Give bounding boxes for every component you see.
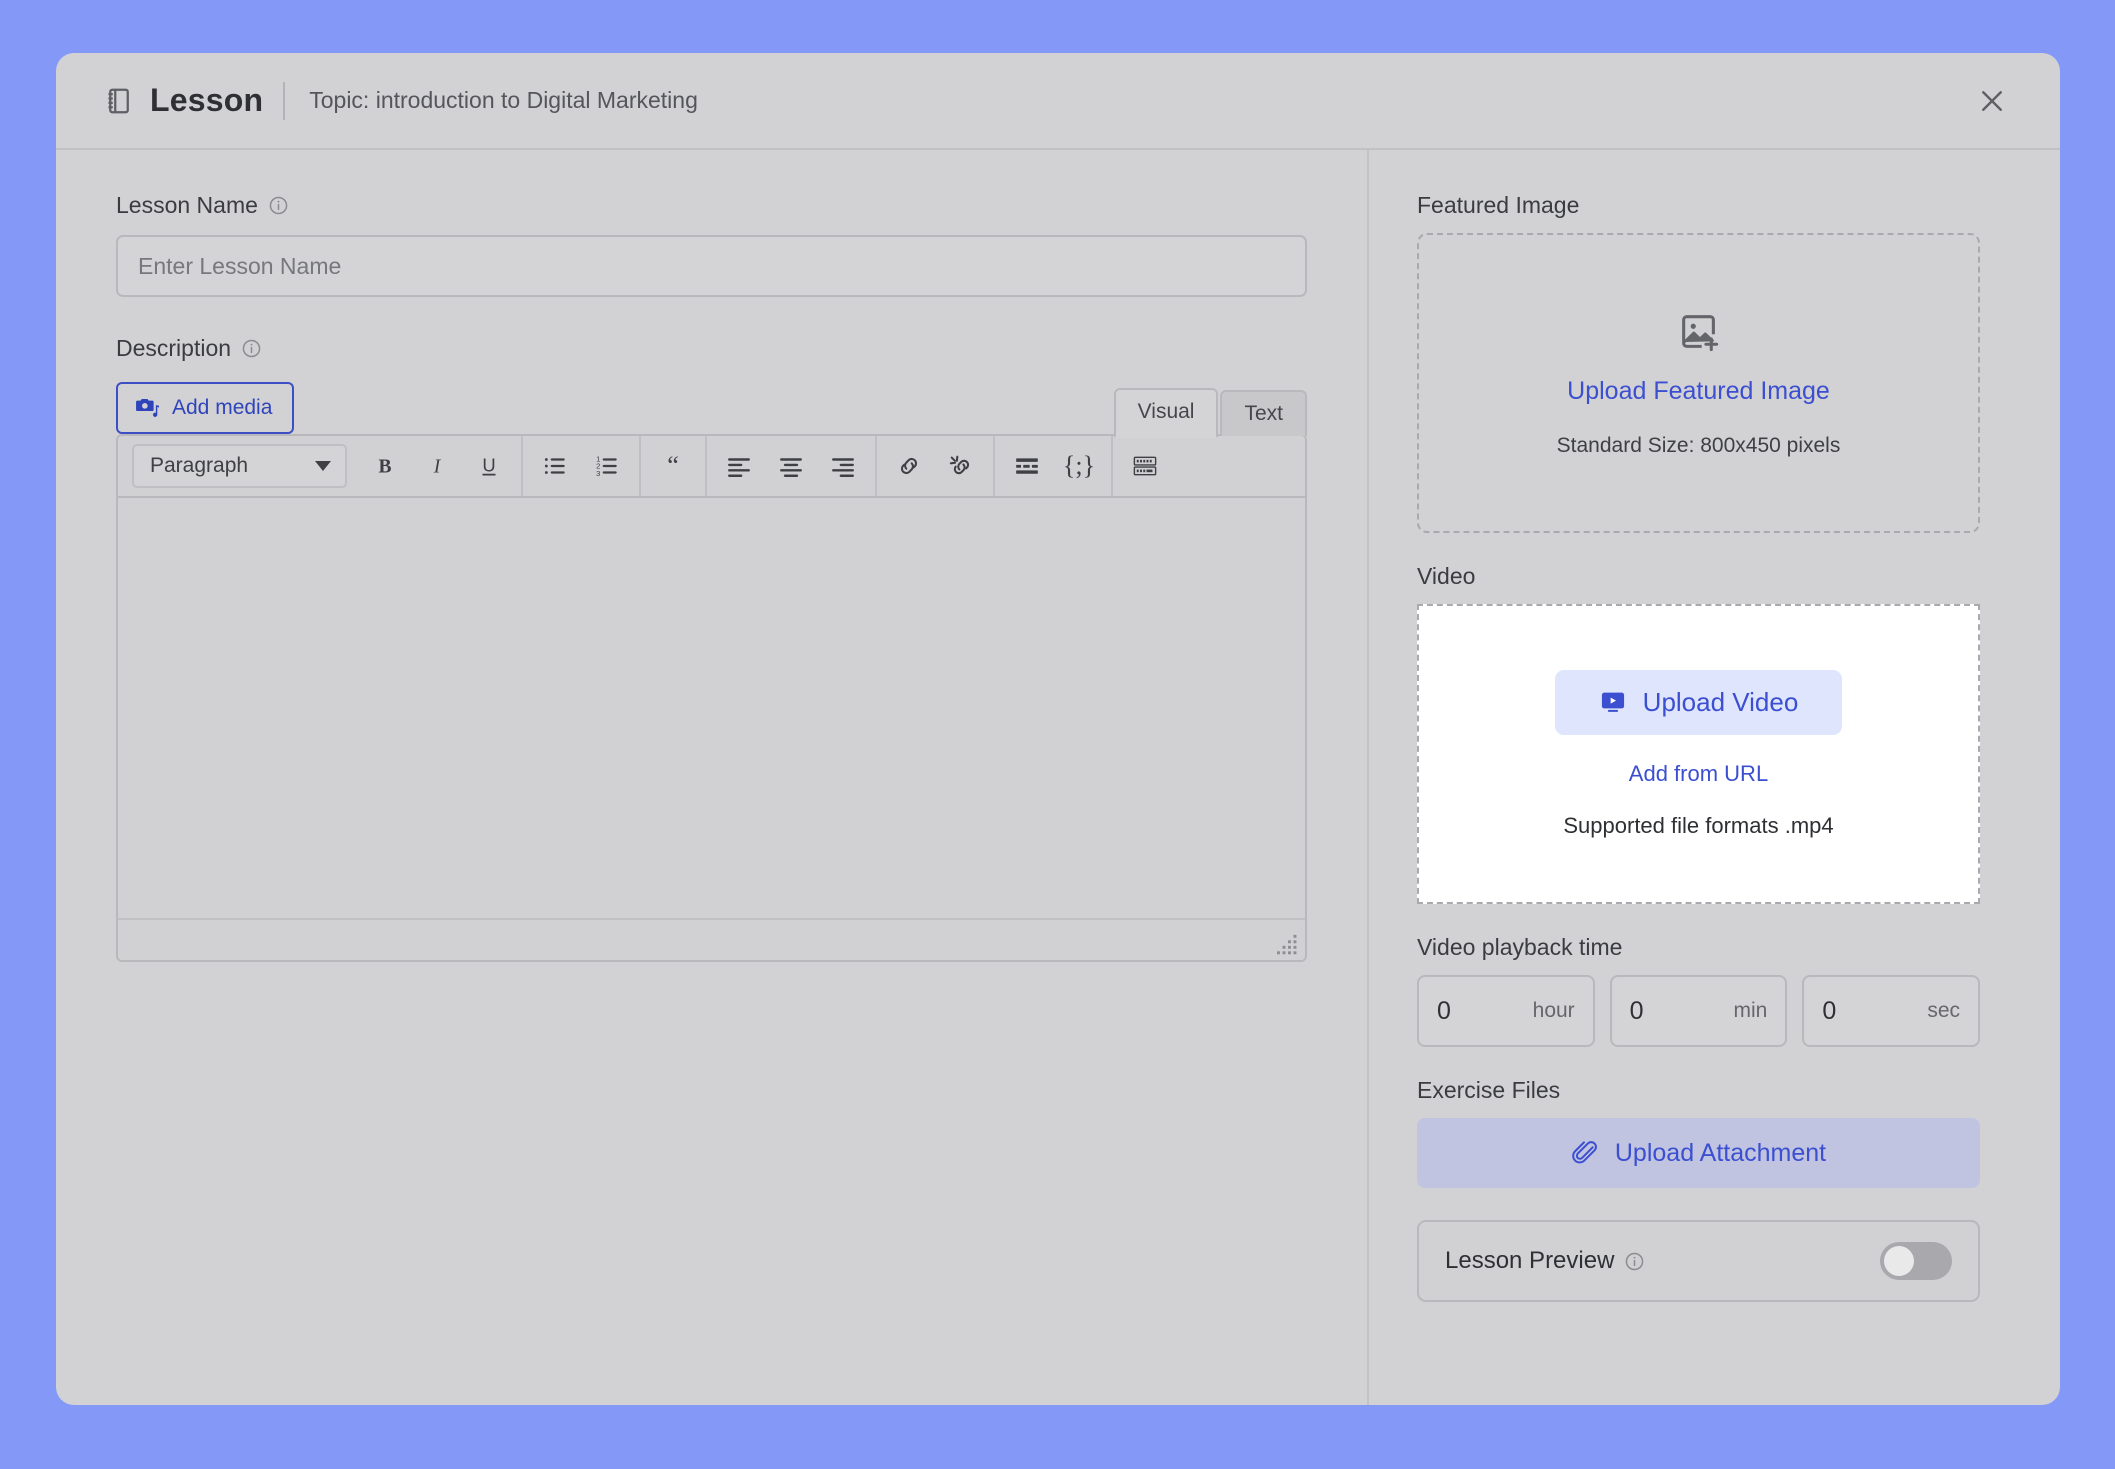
add-media-button[interactable]: Add media [116,382,294,434]
video-playback-section: Video playback time 0 hour 0 min 0 sec [1417,934,1980,1047]
svg-text:I: I [433,457,442,478]
resize-handle[interactable] [1277,933,1299,955]
tab-visual[interactable]: Visual [1114,388,1219,438]
tab-text[interactable]: Text [1220,390,1307,436]
blockquote-button[interactable]: “ [647,440,699,492]
playback-sec-field[interactable]: 0 sec [1802,975,1980,1047]
numbered-list-button[interactable]: 1 2 3 [581,440,633,492]
close-button[interactable] [1972,81,2012,121]
editor-toolbar: Paragraph B I U [118,436,1305,498]
upload-attachment-button[interactable]: Upload Attachment [1417,1118,1980,1188]
description-editor-canvas[interactable] [118,498,1305,920]
add-media-icon [134,395,160,421]
toolbar-toggle-button[interactable] [1119,440,1171,492]
video-playback-label: Video playback time [1417,934,1980,961]
notebook-icon [104,86,134,116]
page-title: Lesson [150,82,263,119]
lesson-preview-toggle[interactable] [1880,1242,1952,1280]
add-video-from-url-link[interactable]: Add from URL [1629,761,1768,787]
info-icon[interactable] [1624,1251,1645,1272]
playback-sec-value: 0 [1822,997,1927,1026]
editor-top-row: Add media Visual Text [116,378,1307,434]
info-icon[interactable] [241,338,262,359]
italic-button[interactable]: I [411,440,463,492]
paragraph-format-select[interactable]: Paragraph [132,444,347,488]
exercise-files-label: Exercise Files [1417,1077,1980,1104]
playback-hour-field[interactable]: 0 hour [1417,975,1595,1047]
description-label-text: Description [116,335,231,362]
svg-text:3: 3 [596,469,600,478]
upload-video-label: Upload Video [1643,687,1799,718]
playback-min-field[interactable]: 0 min [1610,975,1788,1047]
lesson-topic-label: Topic: introduction to Digital Marketing [309,87,698,114]
lesson-modal: Lesson Topic: introduction to Digital Ma… [56,53,2060,1405]
svg-text:B: B [378,457,391,478]
add-media-label: Add media [172,396,272,420]
featured-image-size-hint: Standard Size: 800x450 pixels [1557,434,1841,458]
bold-button[interactable]: B [359,440,411,492]
lesson-preview-toggle-knob [1884,1246,1914,1276]
featured-image-dropzone[interactable]: Upload Featured Image Standard Size: 800… [1417,233,1980,533]
video-label: Video [1417,563,1980,590]
featured-image-label: Featured Image [1417,192,1980,219]
toolbar-group-lists: 1 2 3 [523,436,641,496]
lesson-name-label-text: Lesson Name [116,192,258,219]
description-block: Description [116,335,1307,962]
video-dropzone[interactable]: Upload Video Add from URL Supported file… [1417,604,1980,904]
video-section: Video Upload Video Add from URL [1417,563,1980,904]
image-add-icon [1676,309,1722,355]
playback-hour-value: 0 [1437,997,1533,1026]
modal-header: Lesson Topic: introduction to Digital Ma… [56,53,2060,150]
align-left-button[interactable] [713,440,765,492]
lesson-preview-label-group: Lesson Preview [1445,1247,1645,1275]
align-center-button[interactable] [765,440,817,492]
shortcode-button[interactable]: {;} [1053,440,1105,492]
upload-attachment-label: Upload Attachment [1615,1139,1826,1168]
toolbar-group-quote: “ [641,436,707,496]
featured-image-section: Featured Image Upload Featured Image Sta… [1417,192,1980,533]
align-right-button[interactable] [817,440,869,492]
lesson-preview-card: Lesson Preview [1417,1220,1980,1302]
lesson-name-label: Lesson Name [116,192,1307,219]
blockquote-glyph: “ [667,453,679,479]
toolbar-group-toggle [1113,436,1177,496]
editor-mode-tabs: Visual Text [1114,388,1307,436]
info-icon[interactable] [268,195,289,216]
underline-button[interactable]: U [463,440,515,492]
read-more-button[interactable] [1001,440,1053,492]
description-label: Description [116,335,1307,362]
svg-text:U: U [482,454,495,475]
bulleted-list-button[interactable] [529,440,581,492]
shortcode-glyph: {;} [1063,453,1095,479]
upload-video-button[interactable]: Upload Video [1555,670,1843,735]
chevron-down-icon [315,461,331,471]
editor-statusbar [118,920,1305,960]
left-pane: Lesson Name Description [56,150,1369,1405]
toolbar-group-misc: {;} [995,436,1113,496]
playback-hour-unit: hour [1533,999,1575,1023]
modal-header-left: Lesson [104,82,263,119]
toolbar-group-align [707,436,877,496]
video-playback-inputs: 0 hour 0 min 0 sec [1417,975,1980,1047]
toolbar-group-format: Paragraph B I U [118,436,523,496]
video-play-icon [1599,688,1627,716]
toolbar-group-link [877,436,995,496]
paragraph-format-value: Paragraph [150,454,248,478]
lesson-name-input[interactable] [116,235,1307,297]
upload-featured-image-link[interactable]: Upload Featured Image [1567,377,1830,406]
paperclip-icon [1571,1139,1599,1167]
modal-body: Lesson Name Description [56,150,2060,1405]
playback-min-value: 0 [1630,997,1734,1026]
lesson-preview-label: Lesson Preview [1445,1247,1614,1275]
exercise-files-section: Exercise Files Upload Attachment Lesson … [1417,1077,1980,1302]
playback-min-unit: min [1734,999,1768,1023]
remove-link-button[interactable] [935,440,987,492]
playback-sec-unit: sec [1927,999,1960,1023]
right-pane: Featured Image Upload Featured Image Sta… [1369,150,2060,1405]
video-formats-hint: Supported file formats .mp4 [1563,813,1833,839]
description-editor: Paragraph B I U [116,434,1307,962]
insert-link-button[interactable] [883,440,935,492]
header-divider [283,82,285,120]
